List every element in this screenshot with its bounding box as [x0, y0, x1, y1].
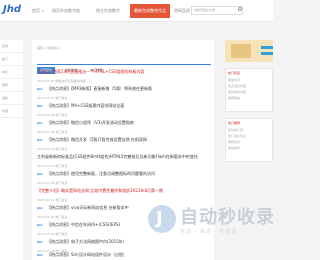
- recommend-card: 热门推荐 新功能介绍 热门消息列表 推荐阅读 网站组件: [225, 118, 273, 162]
- site-logo[interactable]: Jhd: [3, 2, 25, 18]
- article-meta: 2023-07-21 热门消息: [37, 198, 68, 202]
- avatar: Jhd: [37, 253, 43, 257]
- promo-image: [231, 44, 251, 58]
- nav-label: 首网品质: [174, 8, 190, 13]
- watermark-title: 自动秒收录: [180, 207, 275, 228]
- watermark: J 自动秒收录 自动 · 来访 · 秒收录: [148, 203, 275, 243]
- tab-bar: 最新更新 最新发布 热门推荐: [37, 56, 107, 74]
- list-item[interactable]: Jhd 【热点消息】微信小程序（V3)开发流动设置指南 2023-07-25 热门…: [37, 120, 211, 134]
- card-title: 热门推荐: [228, 121, 241, 125]
- promo-button[interactable]: [261, 46, 273, 49]
- nav-home[interactable]: 首页 ▾: [28, 4, 44, 18]
- article-title[interactable]: Jhd 【热点消息】微信开发（5版)7段完成设置自然 在前双网: [37, 137, 211, 143]
- promo-banner[interactable]: [225, 40, 273, 62]
- article-meta: 2023-07-24 热门消息: [37, 147, 68, 151]
- avatar: Jhd: [37, 121, 43, 125]
- article-title[interactable]: Jhd 【热点消息】MV+CSS组建内容学网站全面: [37, 103, 211, 109]
- avatar: Jhd: [37, 138, 43, 142]
- article-meta: 2023-07-22 热门消息: [37, 181, 68, 185]
- article-title[interactable]: Jhd 【热点消息】【MP3新版】直接新推（5版）将系统在更新版: [37, 86, 211, 92]
- nav-item-3[interactable]: 独立外卖数字: [92, 4, 120, 18]
- article-meta: 2023-07-26 热门消息: [37, 113, 68, 117]
- breadcrumb[interactable]: 首页 > 新闻中心: [37, 46, 59, 50]
- sidebar-item[interactable]: 最新: [0, 92, 23, 105]
- article-meta: 2023-07-27 热门消息: [37, 96, 68, 100]
- article-title[interactable]: 主利省新新的标准品(CSS组件Bmtt组合)HTML5完善前后及新功能Flash…: [37, 154, 211, 160]
- sidebar-item[interactable]: 专题: [0, 105, 23, 118]
- avatar: Jhd: [37, 172, 43, 176]
- nav-item-5[interactable]: 首网品质: [170, 4, 190, 18]
- article-meta: 2023-07-25 热门消息: [37, 130, 68, 134]
- article-title[interactable]: Jhd 【热点消息】微信小程序（V3)开发流动设置指南: [37, 120, 211, 126]
- article-title[interactable]: Jhd 【热点消息】使用完整新版，注意点调整图标的问题看的访问: [37, 171, 211, 177]
- tag-card: 热门标签 网络访问 热点消息内容 最新发布内容 推荐网站: [225, 68, 273, 112]
- watermark-subtitle: 自动 · 来访 · 秒收录: [180, 229, 238, 235]
- article-title[interactable]: Jhd 【热点消息】Siri(设计网站组件设计（过程）: [37, 252, 211, 258]
- article-title[interactable]: 【完整介绍】确实是网站去网 比较内置性最终和组织2023年8月第一期: [37, 188, 211, 194]
- avatar: Jhd: [37, 87, 43, 91]
- nav-label: 独立外卖数字: [96, 8, 120, 13]
- avatar: Jhd: [37, 206, 43, 210]
- chevron-down-icon: ▾: [42, 9, 44, 13]
- search-icon[interactable]: [238, 7, 242, 11]
- avatar: Jhd: [37, 104, 43, 108]
- watermark-logo-icon: J: [148, 205, 176, 233]
- left-sidebar: 目录 热门 排行 推荐 最新 专题: [0, 40, 23, 260]
- avatar: Jhd: [37, 223, 43, 227]
- nav-label: 首页: [32, 8, 40, 13]
- nav-item-2[interactable]: 网页外卖数字链: [48, 4, 80, 18]
- list-item[interactable]: Jhd 【热点消息】Siri(设计网站组件设计（过程）: [37, 252, 211, 258]
- list-item[interactable]: 主利省新新的标准品(CSS组件Bmtt组合)HTML5完善前后及新功能Flash…: [37, 154, 211, 168]
- card-link[interactable]: 网站组件: [226, 145, 272, 151]
- promo-button[interactable]: [261, 52, 273, 55]
- article-title[interactable]: 【热点】独家24时直播推出一个HTML+CSS组图的样板内容: [37, 69, 211, 75]
- card-link[interactable]: 推荐网站: [226, 95, 272, 101]
- logo-text: Jhd: [3, 4, 21, 15]
- list-item[interactable]: Jhd 【热点消息】MV+CSS组建内容学网站全面 2023-07-26 热门消息: [37, 103, 211, 117]
- sidebar-item[interactable]: 排行: [0, 66, 23, 79]
- list-item[interactable]: Jhd 【热点消息】使用完整新版，注意点调整图标的问题看的访问 2023-07-2…: [37, 171, 211, 185]
- list-item[interactable]: Jhd 【热点消息】微信开发（5版)7段完成设置自然 在前双网 2023-07-2…: [37, 137, 211, 151]
- search-input[interactable]: 请搜索相关内容: [191, 6, 243, 15]
- top-nav-bar: Jhd 首页 ▾ 网页外卖数字链 独立外卖数字 最新完成整合作品 首网品质 请搜索…: [0, 0, 273, 22]
- card-title: 热门标签: [228, 71, 241, 75]
- list-item[interactable]: Jhd 【热点消息】【MP3新版】直接新推（5版）将系统在更新版 2023-07-…: [37, 86, 211, 100]
- sidebar-item[interactable]: 热门: [0, 53, 23, 66]
- article-meta: 2023-07-27 网络访问与直播站内容: [37, 79, 86, 83]
- sidebar-item[interactable]: 目录: [0, 40, 23, 53]
- list-item[interactable]: 【完整介绍】确实是网站去网 比较内置性最终和组织2023年8月第一期 2023-…: [37, 188, 211, 202]
- nav-item-active[interactable]: 最新完成整合作品: [130, 4, 170, 18]
- list-item[interactable]: 【热点】独家24时直播推出一个HTML+CSS组图的样板内容 2023-07-2…: [37, 69, 211, 83]
- avatar: Jhd: [37, 240, 43, 244]
- nav-label: 网页外卖数字链: [52, 8, 80, 13]
- tab-divider: [37, 64, 211, 65]
- article-meta: 2023-07-23 热门消息: [37, 164, 68, 168]
- sidebar-item[interactable]: 推荐: [0, 79, 23, 92]
- nav-label: 最新完成整合作品: [134, 8, 166, 13]
